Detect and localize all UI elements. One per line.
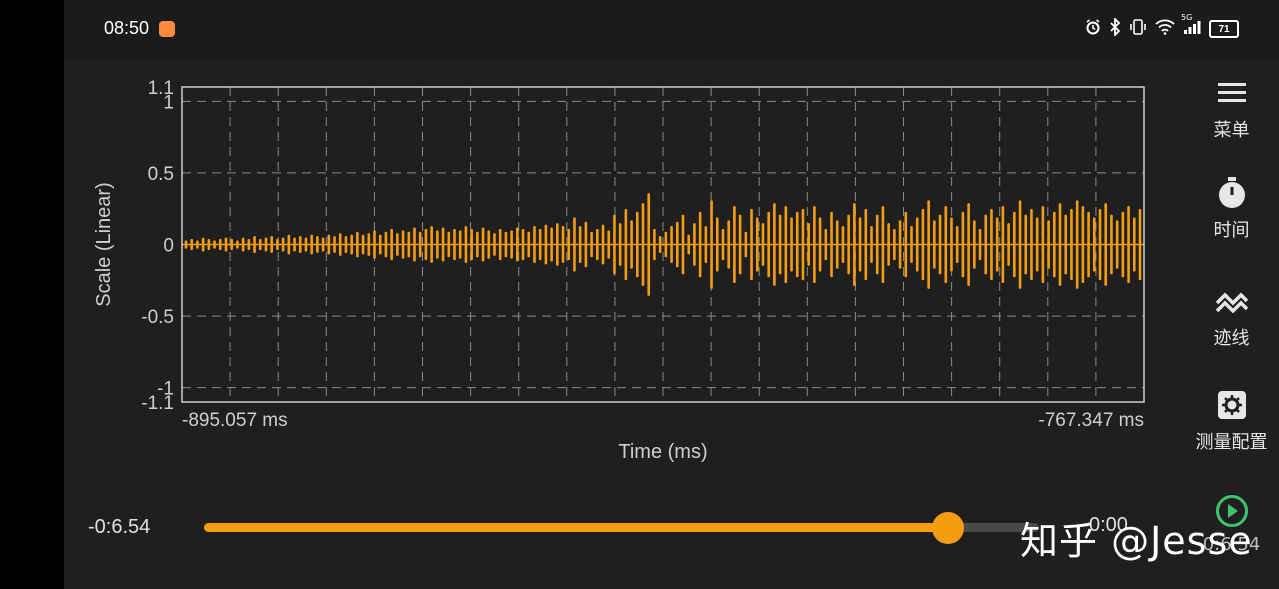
trace-label: 迹线 bbox=[1213, 328, 1250, 349]
y-tick-label: 0 bbox=[163, 236, 174, 257]
x-range-end-label: -767.347 ms bbox=[1038, 410, 1144, 431]
trace-button[interactable]: 迹线 bbox=[1184, 284, 1279, 350]
x-range-start-label: -895.057 ms bbox=[182, 410, 288, 431]
y-axis-title: Scale (Linear) bbox=[93, 182, 115, 307]
measure-config-button[interactable]: 测量配置 bbox=[1184, 388, 1279, 454]
seek-track[interactable] bbox=[204, 512, 1039, 544]
elapsed-time: -0:6.54 bbox=[88, 516, 151, 538]
time-button[interactable]: 时间 bbox=[1184, 176, 1279, 242]
bluetooth-icon bbox=[1109, 16, 1121, 40]
menu-button[interactable]: 菜单 bbox=[1184, 76, 1279, 142]
trace-icon bbox=[1184, 284, 1279, 318]
stopwatch-icon bbox=[1184, 176, 1279, 210]
measure-config-label: 测量配置 bbox=[1195, 432, 1268, 453]
signal-icon: 5G bbox=[1181, 13, 1201, 39]
menu-label: 菜单 bbox=[1213, 120, 1250, 141]
alarm-icon bbox=[1085, 19, 1101, 39]
y-tick-label: -0.5 bbox=[141, 307, 174, 328]
wifi-icon bbox=[1155, 19, 1175, 39]
y-tick-label: -1.1 bbox=[141, 393, 174, 414]
time-label: 时间 bbox=[1213, 220, 1250, 241]
status-time: 08:50 bbox=[104, 18, 150, 38]
app-screen: 08:50 5G 71 1.1 1 0.5 0 -0.5 -1 -1.1 -89… bbox=[64, 0, 1279, 589]
settings-icon bbox=[1184, 388, 1279, 422]
y-tick-label: 1 bbox=[163, 92, 174, 113]
seek-thumb[interactable] bbox=[931, 512, 964, 544]
y-tick-label: 0.5 bbox=[148, 164, 174, 185]
network-type-label: 5G bbox=[1181, 13, 1193, 22]
menu-icon bbox=[1184, 76, 1279, 110]
vibrate-icon bbox=[1129, 18, 1147, 40]
status-bar: 08:50 5G 71 bbox=[64, 0, 1279, 62]
seek-progress bbox=[204, 523, 948, 532]
status-icons: 5G 71 bbox=[1085, 13, 1239, 40]
waveform-chart[interactable]: 1.110.50-0.5-1-1.1-895.057 ms -767.347 ms… bbox=[64, 62, 1184, 500]
watermark: 知乎 @Jesse bbox=[1020, 519, 1253, 563]
x-axis-title: Time (ms) bbox=[618, 441, 707, 463]
battery-icon: 71 bbox=[1209, 20, 1239, 38]
app-notification-icon bbox=[159, 21, 175, 37]
